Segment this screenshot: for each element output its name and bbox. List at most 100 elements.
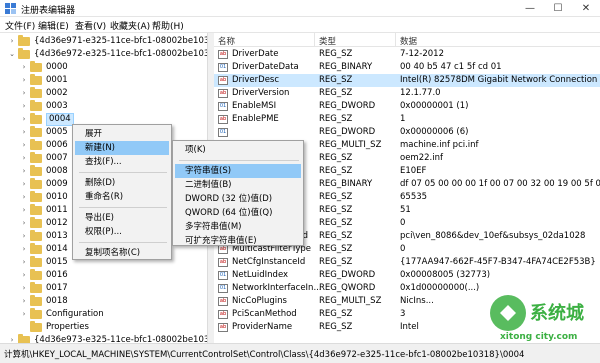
expand-arrow-icon[interactable]: › <box>20 100 28 113</box>
value-row[interactable]: 01 EnableMSI REG_DWORD 0x00000001 (1) <box>214 100 600 113</box>
column-type[interactable]: 类型 <box>319 35 336 47</box>
close-button[interactable]: ✕ <box>572 0 600 17</box>
column-name[interactable]: 名称 <box>218 35 235 47</box>
menu-file[interactable]: 文件(F) <box>5 19 35 32</box>
minimize-button[interactable]: — <box>516 0 544 17</box>
value-name: NetworkInterfaceIn... <box>232 283 322 293</box>
expand-arrow-icon[interactable]: › <box>20 269 28 282</box>
maximize-button[interactable]: ☐ <box>544 0 572 17</box>
menu-item[interactable]: 项(K) <box>175 143 301 157</box>
tree-item[interactable]: › {4d36e973-e325-11ce-bfc1-08002be10318} <box>0 334 208 343</box>
menu-item[interactable]: 权限(P)... <box>75 225 169 239</box>
expand-arrow-icon[interactable]: › <box>20 61 28 74</box>
tree-item[interactable]: › Configuration <box>0 308 207 321</box>
tree-item[interactable]: Properties <box>0 321 207 334</box>
expand-arrow-icon[interactable]: › <box>20 204 28 217</box>
string-value-icon: ab <box>218 50 228 59</box>
menu-item[interactable]: 可扩充字符串值(E) <box>175 234 301 248</box>
value-type: REG_QWORD <box>319 283 376 293</box>
expand-arrow-icon[interactable]: › <box>20 243 28 256</box>
menu-item[interactable]: 二进制值(B) <box>175 178 301 192</box>
menu-item[interactable]: DWORD (32 位)值(D) <box>175 192 301 206</box>
menu-item[interactable]: 多字符串值(M) <box>175 220 301 234</box>
tree-item-label: 0009 <box>46 179 68 189</box>
expand-arrow-icon[interactable]: › <box>20 74 28 87</box>
tree-item[interactable]: › 0018 <box>0 295 207 308</box>
menu-item[interactable]: 删除(D) <box>75 176 169 190</box>
tree-item[interactable]: › 0003 <box>0 100 207 113</box>
collapse-arrow-icon[interactable]: ⌄ <box>8 48 16 61</box>
menu-item-label: 可扩充字符串值(E) <box>185 236 257 246</box>
expand-arrow-icon[interactable]: › <box>20 256 28 269</box>
menu-item[interactable]: 查找(F)... <box>75 155 169 169</box>
tree-item[interactable]: › 0000 <box>0 61 207 74</box>
binary-value-icon: 01 <box>218 63 228 72</box>
value-row[interactable]: ab DriverVersion REG_SZ 12.1.77.0 <box>214 87 600 100</box>
tree-item-label: 0006 <box>46 140 68 150</box>
value-row[interactable]: 01 DriverDateData REG_BINARY 00 40 b5 47 c1… <box>214 61 600 74</box>
tree-item-label: 0015 <box>46 257 68 267</box>
menu-favorites[interactable]: 收藏夹(A) <box>110 19 150 32</box>
expand-arrow-icon[interactable]: › <box>20 282 28 295</box>
expand-arrow-icon[interactable]: › <box>20 230 28 243</box>
value-data: 0 <box>400 218 406 228</box>
value-row[interactable]: 01 NetLuidIndex REG_DWORD 0x00008005 (32773… <box>214 269 600 282</box>
tree-item-label: 0012 <box>46 218 68 228</box>
expand-arrow-icon[interactable]: › <box>20 87 28 100</box>
value-data: 65535 <box>400 192 428 202</box>
menu-item[interactable]: 导出(E) <box>75 211 169 225</box>
expand-arrow-icon[interactable]: › <box>20 139 28 152</box>
expand-arrow-icon[interactable]: › <box>8 334 16 343</box>
expand-arrow-icon[interactable]: › <box>20 178 28 191</box>
tree-item-label: 0008 <box>46 166 68 176</box>
tree-item[interactable]: › 0017 <box>0 282 207 295</box>
menu-item[interactable]: 展开 <box>75 127 169 141</box>
expand-arrow-icon[interactable]: › <box>20 126 28 139</box>
folder-icon <box>30 269 42 280</box>
value-data: 7-12-2012 <box>400 49 444 59</box>
string-value-icon: ab <box>218 76 228 85</box>
tree-item[interactable]: › 0016 <box>0 269 207 282</box>
menu-edit[interactable]: 编辑(E) <box>38 19 69 32</box>
expand-arrow-icon[interactable]: › <box>20 165 28 178</box>
value-type: REG_DWORD <box>319 127 376 137</box>
regedit-app-icon <box>5 3 16 14</box>
status-bar: 计算机\HKEY_LOCAL_MACHINE\SYSTEM\CurrentCon… <box>0 343 600 363</box>
tree-item[interactable]: › 0001 <box>0 74 207 87</box>
tree-item[interactable]: › 0002 <box>0 87 207 100</box>
folder-icon <box>30 61 42 72</box>
expand-arrow-icon[interactable]: › <box>20 217 28 230</box>
menu-item[interactable]: 新建(N) › <box>75 141 169 155</box>
tree-item-label: {4d36e973-e325-11ce-bfc1-08002be10318} <box>34 335 208 343</box>
menu-view[interactable]: 查看(V) <box>75 19 106 32</box>
value-row[interactable]: ab DriverDate REG_SZ 7-12-2012 <box>214 48 600 61</box>
value-row[interactable]: ab DriverDesc REG_SZ Intel(R) 82578DM Gigab… <box>214 74 600 87</box>
expand-arrow-icon[interactable]: › <box>20 113 28 126</box>
folder-icon <box>30 217 42 228</box>
menu-item[interactable]: 字符串值(S) <box>175 164 301 178</box>
expand-arrow-icon[interactable]: › <box>8 35 16 48</box>
expand-arrow-icon[interactable]: › <box>20 308 28 321</box>
column-separator[interactable] <box>314 33 315 47</box>
expand-arrow-icon[interactable]: › <box>20 295 28 308</box>
value-data: Intel <box>400 322 419 332</box>
expand-arrow-icon[interactable]: › <box>20 191 28 204</box>
value-type: REG_BINARY <box>319 179 373 189</box>
binary-value-icon: 01 <box>218 128 228 137</box>
value-row[interactable]: ab EnablePME REG_SZ 1 <box>214 113 600 126</box>
value-row[interactable]: ab NetCfgInstanceId REG_SZ {177AA947-662F-4… <box>214 256 600 269</box>
expand-arrow-icon[interactable]: › <box>20 152 28 165</box>
tree-item[interactable]: › {4d36e971-e325-11ce-bfc1-08002be10318} <box>0 35 207 48</box>
menu-separator <box>79 172 167 173</box>
menu-help[interactable]: 帮助(H) <box>152 19 184 32</box>
tree-item[interactable]: ⌄ {4d36e972-e325-11ce-bfc1-08002be10318} <box>0 48 207 61</box>
column-data[interactable]: 数据 <box>400 35 417 47</box>
column-separator[interactable] <box>395 33 396 47</box>
value-row[interactable]: 01 REG_DWORD 0x00000006 (6) <box>214 126 600 139</box>
menu-item[interactable]: 复制项名称(C) <box>75 246 169 260</box>
window-title: 注册表编辑器 <box>21 6 76 16</box>
new-submenu: 项(K) 字符串值(S) 二进制值(B) DWORD (32 位)值(D) QWORD … <box>172 140 304 246</box>
menu-item[interactable]: QWORD (64 位)值(Q) <box>175 206 301 220</box>
value-data: Intel(R) 82578DM Gigabit Network Connect… <box>400 75 598 85</box>
menu-item[interactable]: 重命名(R) <box>75 190 169 204</box>
